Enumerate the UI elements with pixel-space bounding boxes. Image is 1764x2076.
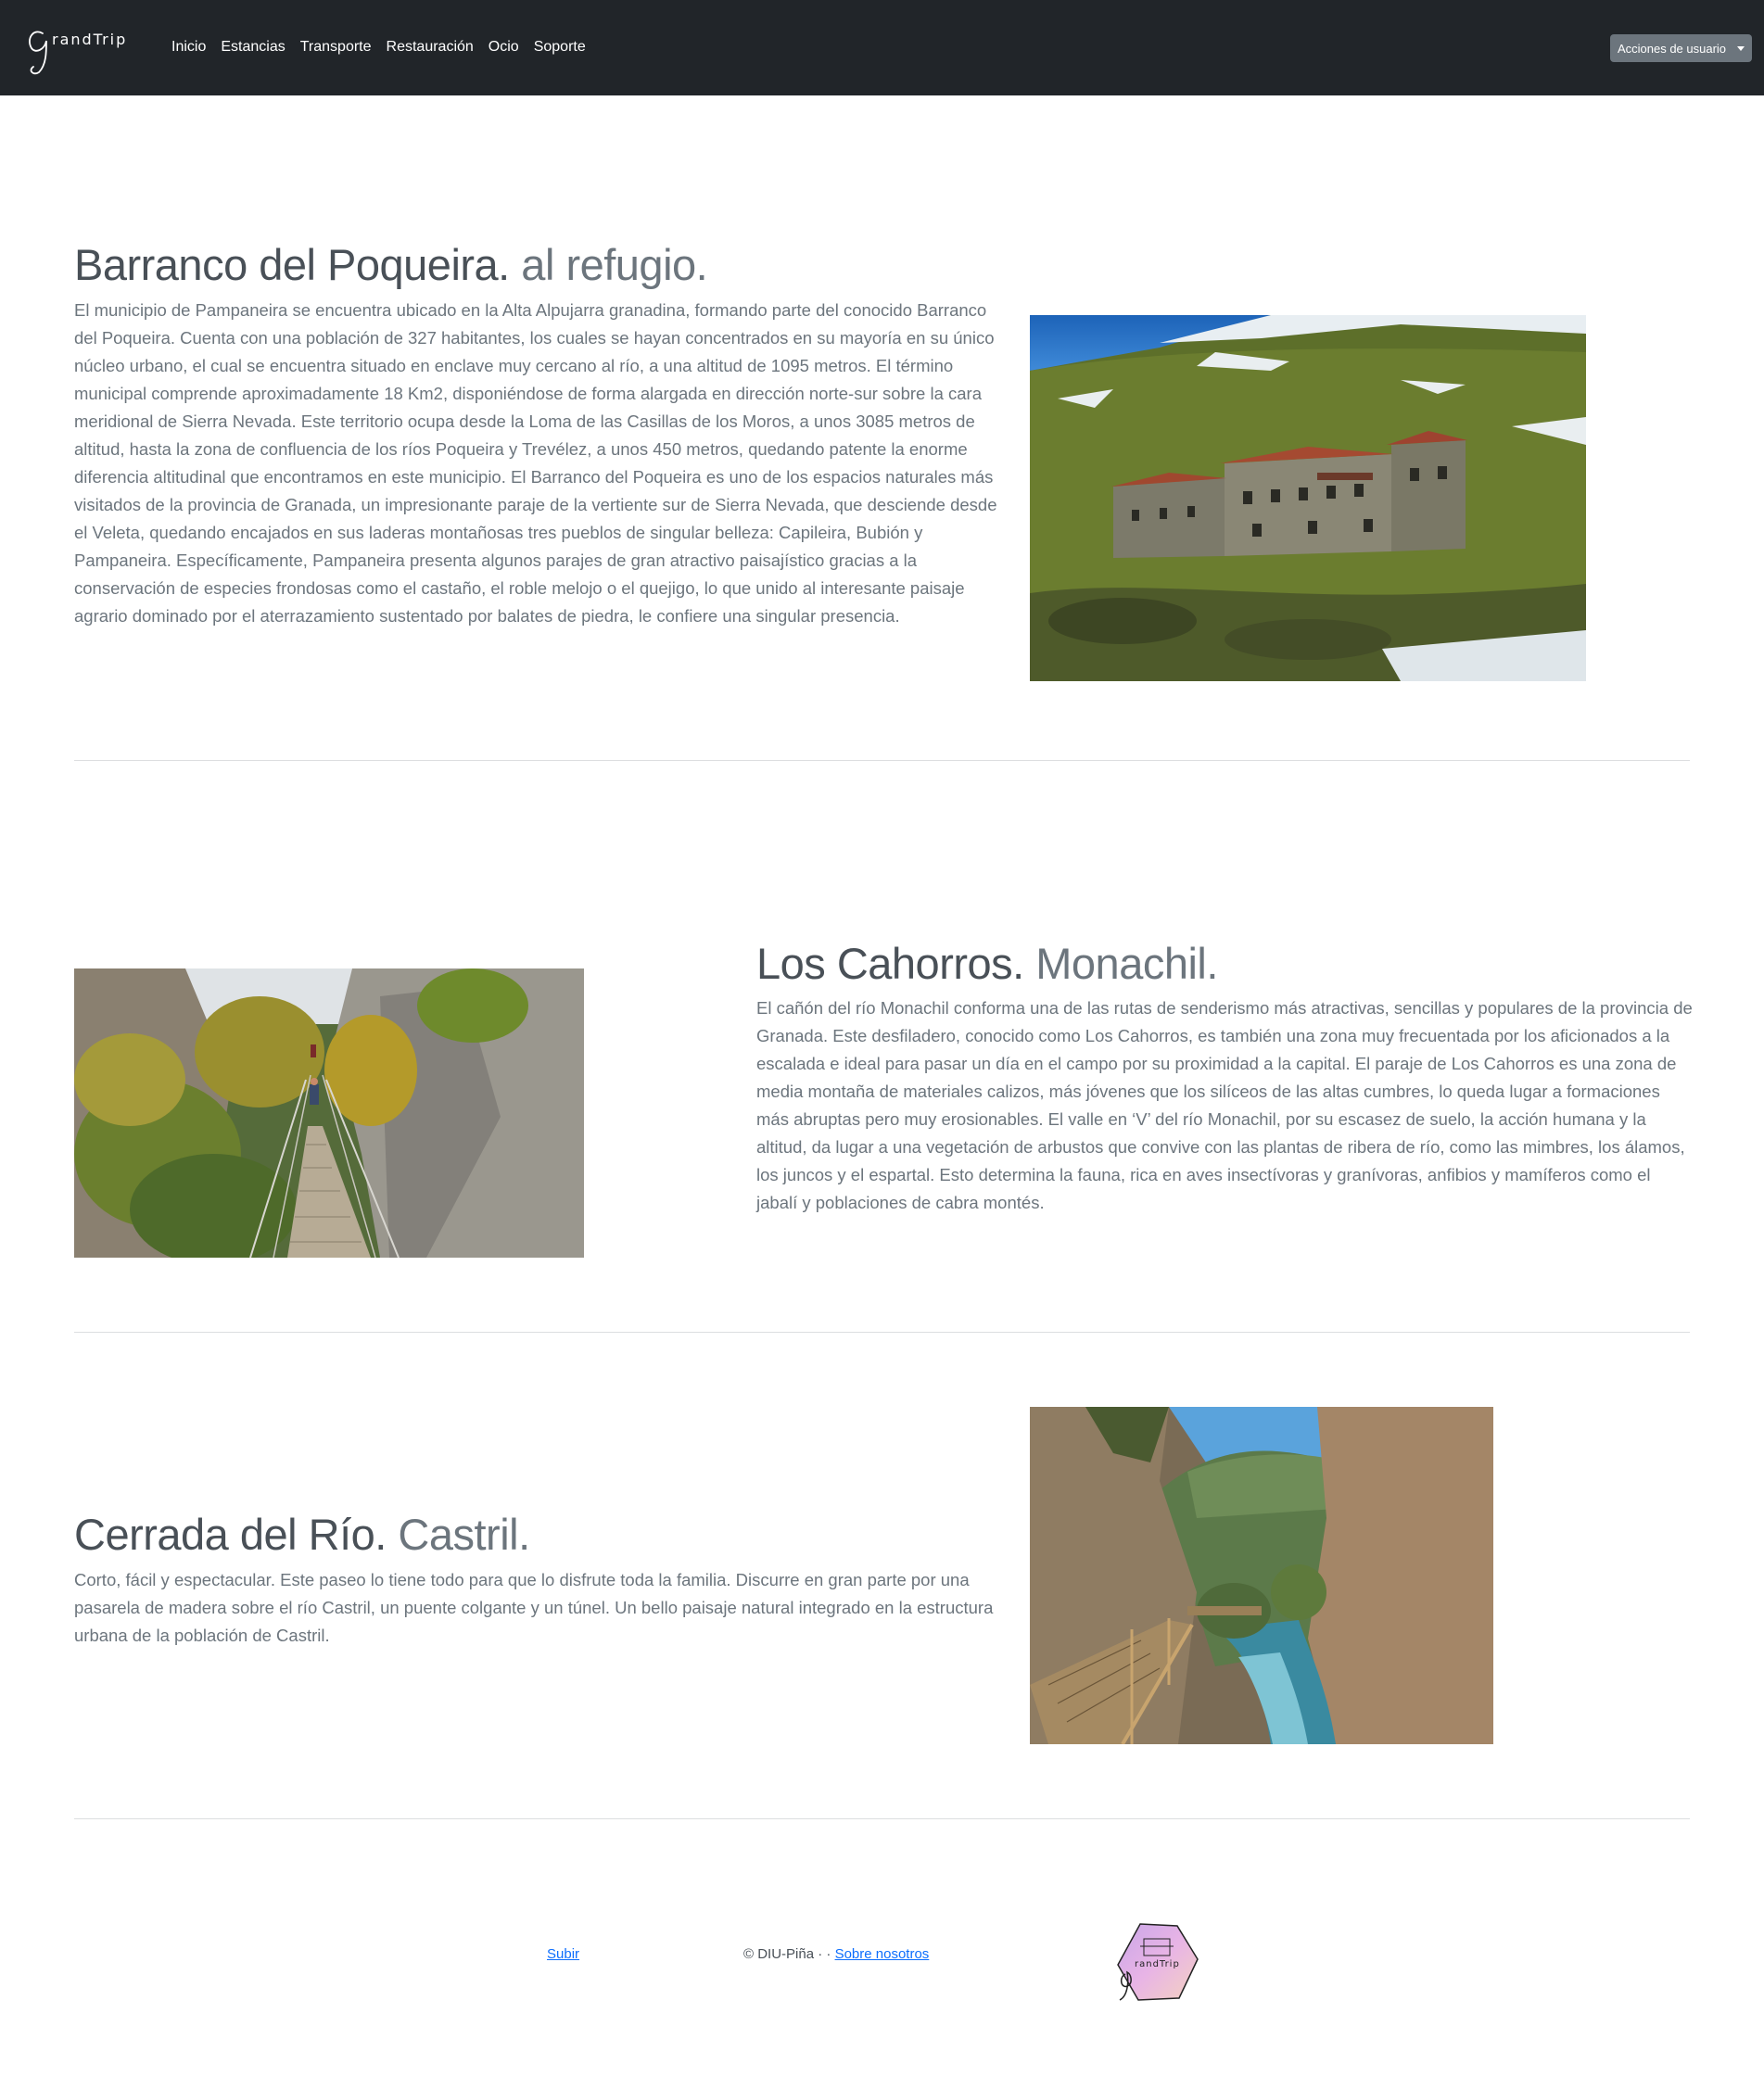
- section-text-cahorros: El cañón del río Monachil conforma una d…: [756, 998, 1693, 1212]
- section-divider: [74, 1818, 1690, 1819]
- back-to-top-link[interactable]: Subir: [547, 1946, 579, 1962]
- section-text-castril: Corto, fácil y espectacular. Este paseo …: [74, 1570, 994, 1645]
- section-divider: [74, 760, 1690, 761]
- title-main: Barranco del Poqueira.: [74, 240, 510, 289]
- image-cahorros: [74, 968, 584, 1258]
- caret-down-icon: [1737, 45, 1745, 51]
- nav-link-ocio[interactable]: Ocio: [489, 37, 519, 57]
- image-castril: [1030, 1407, 1493, 1744]
- section-title-castril: Cerrada del Río. Castril.: [74, 1509, 530, 1561]
- about-us-link[interactable]: Sobre nosotros: [835, 1946, 930, 1962]
- footer-copyright: © DIU-Piña · · Sobre nosotros: [743, 1946, 929, 1962]
- navbar: randTrip Inicio Estancias Transporte Res…: [0, 0, 1764, 95]
- nav-link-restauracion[interactable]: Restauración: [387, 37, 474, 57]
- user-actions-dropdown[interactable]: Acciones de usuario: [1610, 34, 1752, 62]
- brand-logo[interactable]: randTrip: [24, 24, 133, 78]
- title-muted: al refugio.: [509, 240, 708, 289]
- section-title-cahorros: Los Cahorros. Monachil.: [756, 938, 1218, 990]
- title-muted: Monachil.: [1023, 939, 1218, 988]
- nav-link-estancias[interactable]: Estancias: [221, 37, 285, 57]
- section-title-poqueira: Barranco del Poqueira. al refugio.: [74, 239, 708, 291]
- user-actions-label: Acciones de usuario: [1617, 41, 1727, 56]
- section-divider: [74, 1332, 1690, 1333]
- title-main: Cerrada del Río.: [74, 1510, 387, 1559]
- nav-link-soporte[interactable]: Soporte: [534, 37, 586, 57]
- title-muted: Castril.: [386, 1510, 530, 1559]
- title-main: Los Cahorros.: [756, 939, 1024, 988]
- copyright-text: © DIU-Piña · ·: [743, 1946, 835, 1962]
- brand-name: randTrip: [52, 31, 128, 48]
- nav-link-inicio[interactable]: Inicio: [171, 37, 206, 57]
- nav-link-transporte[interactable]: Transporte: [300, 37, 372, 57]
- footer-logo: randTrip: [1112, 1918, 1200, 2006]
- footer-logo-text: randTrip: [1135, 1959, 1180, 1969]
- section-text-poqueira: El municipio de Pampaneira se encuentra …: [74, 300, 997, 626]
- main-nav: Inicio Estancias Transporte Restauración…: [171, 37, 601, 57]
- image-refugio: [1030, 315, 1586, 681]
